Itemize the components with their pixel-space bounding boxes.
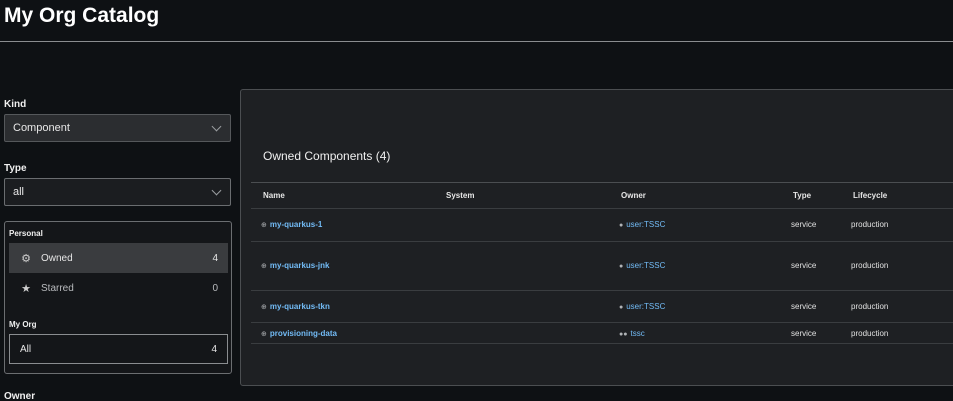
kind-select[interactable]: Component — [4, 114, 231, 142]
row-divider — [251, 322, 953, 323]
star-icon: ★ — [21, 282, 31, 295]
chevron-down-icon — [211, 185, 222, 195]
chevron-down-icon — [211, 121, 222, 131]
row-divider — [251, 208, 953, 209]
row-owner-cell[interactable]: ● user:TSSC — [619, 220, 665, 229]
filter-all[interactable]: All 4 — [9, 334, 228, 364]
kind-select-value: Component — [13, 122, 70, 134]
filter-starred-label: Starred — [41, 282, 74, 294]
catalog-table-card: Owned Components (4) Name System Owner T… — [240, 89, 953, 386]
filter-owned[interactable]: ⚙ Owned 4 — [9, 243, 228, 273]
row-name-cell[interactable]: ⊕ my-quarkus-jnk — [261, 261, 329, 270]
filter-starred[interactable]: ★ Starred 0 — [9, 273, 228, 303]
row-divider — [251, 241, 953, 242]
component-link[interactable]: my-quarkus-1 — [270, 220, 322, 229]
header-divider — [0, 41, 953, 42]
owner-link[interactable]: tssc — [630, 329, 644, 338]
row-owner-cell[interactable]: ● user:TSSC — [619, 261, 665, 270]
table-header-divider — [251, 182, 953, 183]
myorg-group-label: My Org — [9, 320, 37, 329]
column-header-type[interactable]: Type — [793, 191, 811, 200]
type-label: Type — [4, 163, 27, 174]
row-lifecycle-cell: production — [851, 220, 889, 229]
component-link[interactable]: provisioning-data — [270, 329, 337, 338]
owner-link[interactable]: user:TSSC — [626, 220, 665, 229]
row-name-cell[interactable]: ⊕ provisioning-data — [261, 329, 337, 338]
filter-owned-label: Owned — [41, 252, 73, 264]
component-icon: ⊕ — [261, 263, 267, 270]
row-owner-cell[interactable]: ● user:TSSC — [619, 302, 665, 311]
column-header-system[interactable]: System — [446, 191, 474, 200]
component-icon: ⊕ — [261, 222, 267, 229]
component-link[interactable]: my-quarkus-jnk — [270, 261, 330, 270]
filter-starred-count: 0 — [212, 282, 218, 294]
gear-icon: ⚙ — [21, 252, 31, 265]
component-link[interactable]: my-quarkus-tkn — [270, 302, 330, 311]
row-owner-cell[interactable]: ●● tssc — [619, 329, 645, 338]
page-title: My Org Catalog — [4, 4, 160, 27]
row-type-cell: service — [791, 220, 817, 229]
user-icon: ● — [619, 304, 624, 311]
type-select-value: all — [13, 186, 25, 198]
filter-all-count: 4 — [211, 343, 217, 355]
column-header-name[interactable]: Name — [263, 191, 285, 200]
user-icon: ● — [619, 263, 624, 270]
filter-all-label: All — [20, 343, 32, 355]
row-lifecycle-cell: production — [851, 329, 889, 338]
group-icon: ●● — [619, 331, 628, 338]
column-header-owner[interactable]: Owner — [621, 191, 646, 200]
component-icon: ⊕ — [261, 304, 267, 311]
row-lifecycle-cell: production — [851, 302, 889, 311]
type-select[interactable]: all — [4, 178, 231, 206]
component-icon: ⊕ — [261, 331, 267, 338]
owner-link[interactable]: user:TSSC — [626, 302, 665, 311]
owner-link[interactable]: user:TSSC — [626, 261, 665, 270]
user-list-picker: Personal ⚙ Owned 4 ★ Starred 0 My Org Al… — [4, 221, 232, 374]
row-divider — [251, 290, 953, 291]
user-icon: ● — [619, 222, 624, 229]
table-title: Owned Components (4) — [263, 149, 391, 163]
row-divider — [251, 343, 953, 344]
personal-group-label: Personal — [9, 229, 43, 238]
row-type-cell: service — [791, 329, 817, 338]
row-type-cell: service — [791, 261, 817, 270]
kind-label: Kind — [4, 99, 27, 110]
owner-label: Owner — [4, 391, 36, 401]
row-name-cell[interactable]: ⊕ my-quarkus-tkn — [261, 302, 330, 311]
column-header-lifecycle[interactable]: Lifecycle — [853, 191, 887, 200]
row-name-cell[interactable]: ⊕ my-quarkus-1 — [261, 220, 322, 229]
row-type-cell: service — [791, 302, 817, 311]
filter-owned-count: 4 — [212, 252, 218, 264]
row-lifecycle-cell: production — [851, 261, 889, 270]
